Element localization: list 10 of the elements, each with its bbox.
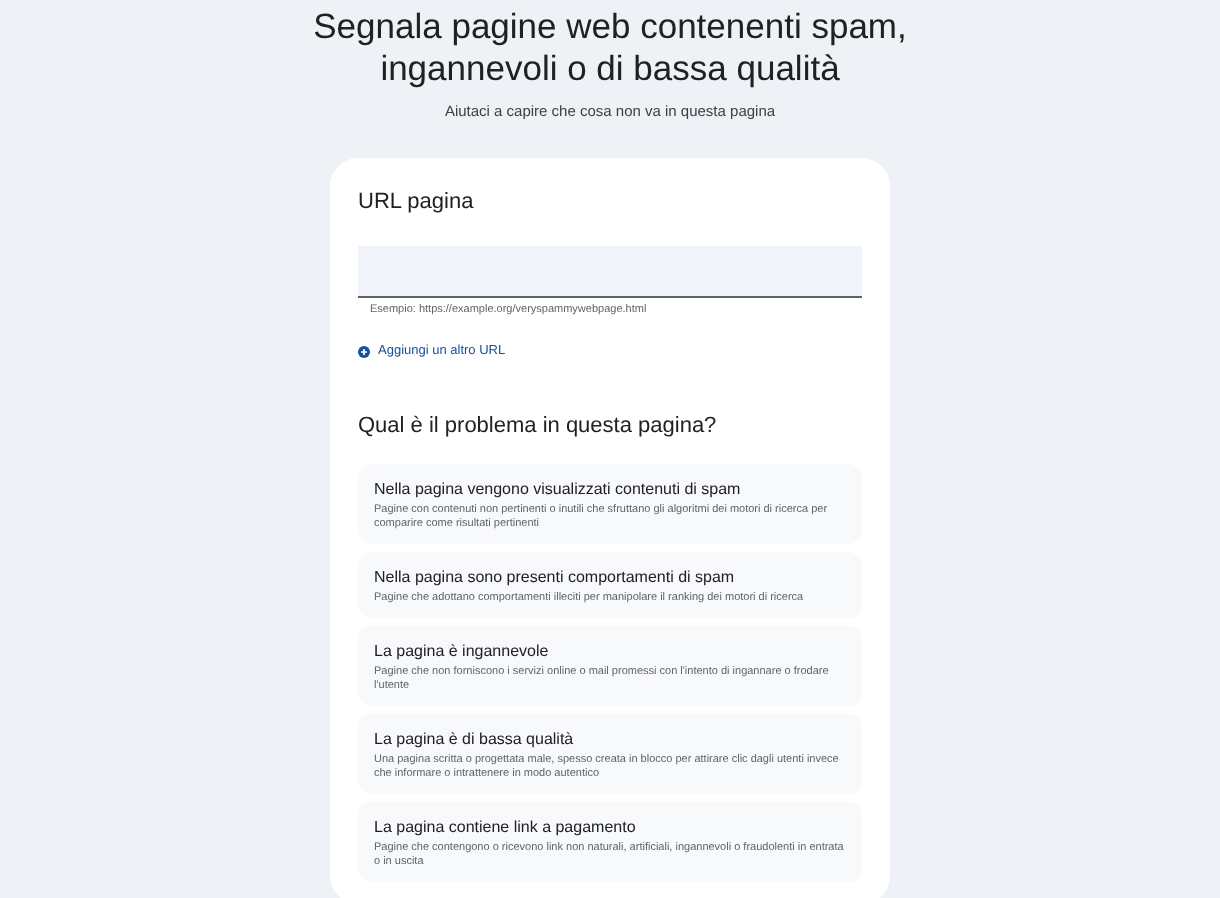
option-title: La pagina è ingannevole (374, 641, 551, 659)
option-title: Nella pagina sono presenti comportamenti di spam (374, 567, 737, 585)
question-heading: Qual è il problema in questa pagina? (358, 413, 719, 437)
url-label: URL pagina (358, 190, 476, 214)
plus-icon (358, 345, 370, 357)
option-title: La pagina contiene link a pagamento (374, 817, 638, 835)
option-title: Nella pagina vengono visualizzati contenuti di spam (374, 479, 743, 497)
page-title: Segnala pagine web contenenti spam, ingannevoli o di bassa qualità (311, 6, 909, 90)
option-title: La pagina è di bassa qualità (374, 729, 576, 747)
url-input-field[interactable] (358, 246, 862, 298)
